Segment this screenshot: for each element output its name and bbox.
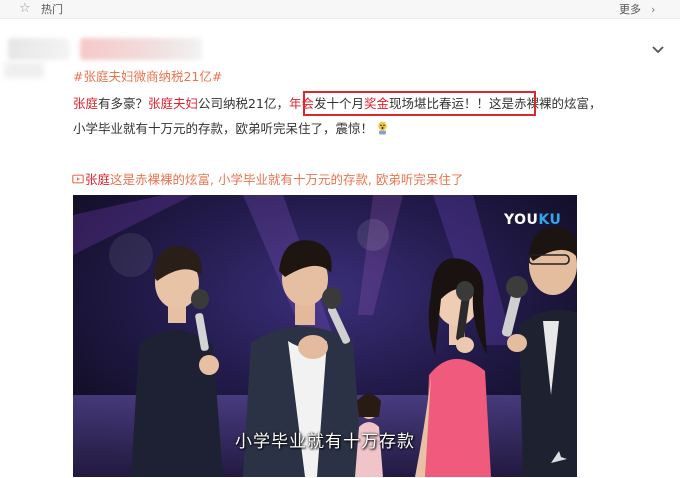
chevron-down-icon[interactable] — [651, 44, 665, 56]
video-link-title[interactable]: 这是赤裸裸的炫富, 小学毕业就有十万元的存款, 欧弟听完呆住了 — [110, 172, 463, 187]
post-text: 有多豪？ — [98, 96, 149, 111]
more-link[interactable]: 更多 — [619, 2, 641, 17]
blurred-meta — [4, 62, 44, 78]
fullscreen-icon[interactable] — [547, 445, 569, 467]
keyword-link[interactable]: 张庭 — [73, 96, 98, 111]
chevron-right-icon[interactable]: › — [651, 2, 655, 17]
highlight-box — [303, 91, 536, 116]
keyword-link[interactable]: 张庭夫妇 — [148, 96, 198, 111]
keyword-link[interactable]: 张庭 — [85, 172, 110, 187]
shocked-emoji-icon — [378, 121, 387, 135]
blurred-username — [80, 38, 202, 60]
top-bar: ☆ 热门 更多 › — [0, 0, 680, 19]
post-text-line-2: 小学毕业就有十万元的存款，欧弟听完呆住了，震惊！ — [73, 121, 389, 137]
star-icon[interactable]: ☆ — [19, 1, 31, 17]
blurred-avatar — [8, 38, 70, 60]
topic-hashtag[interactable]: #张庭夫妇微商纳税21亿# — [73, 69, 222, 85]
youku-logo: YOUKU — [504, 212, 562, 228]
video-player[interactable]: YOUKU 小学毕业就有十万存款 — [73, 195, 577, 477]
video-link[interactable]: 张庭这是赤裸裸的炫富, 小学毕业就有十万元的存款, 欧弟听完呆住了 — [72, 172, 463, 188]
post-text: 公司纳税21亿， — [198, 96, 289, 111]
video-link-icon — [72, 174, 84, 184]
section-title: 热门 — [41, 3, 63, 16]
video-subtitle: 小学毕业就有十万存款 — [235, 432, 415, 452]
post-text: 小学毕业就有十万元的存款，欧弟听完呆住了，震惊！ — [73, 121, 374, 136]
